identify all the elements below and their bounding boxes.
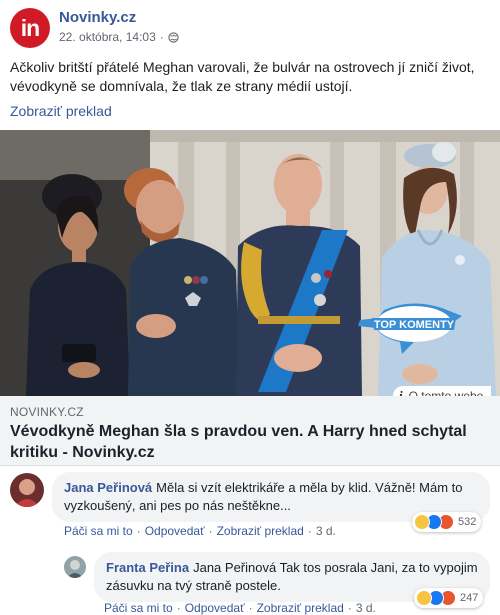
reply-avatar[interactable] — [64, 556, 86, 578]
comment-author[interactable]: Jana Peřinová — [64, 480, 152, 495]
like-link[interactable]: Páči sa mi to — [64, 524, 133, 538]
reply-time[interactable]: 3 d. — [356, 601, 376, 615]
page-name-link[interactable]: Novinky.cz — [59, 9, 136, 26]
post-text: Ačkoliv britští přátelé Meghan varovali,… — [10, 59, 475, 94]
reply-author[interactable]: Franta Peřina — [106, 560, 189, 575]
user-photo-icon — [64, 556, 86, 578]
sep-dot: · — [159, 30, 164, 44]
link-title[interactable]: Vévodkyně Meghan šla s pravdou ven. A Ha… — [10, 421, 490, 463]
translate-comment-link[interactable]: Zobraziť preklad — [217, 524, 304, 538]
top-comments-badge: TOP KOMENTY — [358, 296, 464, 356]
reaction-count: 532 — [458, 516, 477, 528]
post-photo[interactable] — [0, 130, 500, 396]
link-preview[interactable]: NOVINKY.CZ Vévodkyně Meghan šla s pravdo… — [0, 396, 500, 466]
haha-icon — [414, 514, 430, 530]
user-photo-icon — [10, 473, 44, 507]
haha-icon — [416, 590, 432, 606]
translate-comment-link[interactable]: Zobraziť preklad — [257, 601, 344, 615]
comment-actions: Páči sa mi to · Odpovedať · Zobraziť preklad… — [64, 524, 336, 538]
globe-icon — [168, 31, 179, 43]
reply-link[interactable]: Odpovedať — [185, 601, 245, 615]
reactions-summary[interactable]: 532 — [412, 512, 482, 532]
link-domain: NOVINKY.CZ — [10, 405, 84, 419]
royal-family-photo — [0, 130, 500, 396]
post-meta: 22. októbra, 14:03 · — [59, 30, 179, 44]
badge-label: TOP KOMENTY — [374, 319, 455, 331]
translate-link[interactable]: Zobraziť preklad — [10, 103, 112, 119]
reply-actions: Páči sa mi to · Odpovedať · Zobraziť preklad… — [104, 601, 376, 615]
page-avatar-logo: in — [20, 14, 40, 41]
speech-bubble-icon: TOP KOMENTY — [358, 303, 462, 354]
reply-reactions-summary[interactable]: 247 — [414, 588, 484, 608]
comment-time[interactable]: 3 d. — [316, 524, 336, 538]
reply-link[interactable]: Odpovedať — [145, 524, 205, 538]
post-header: in Novinky.cz 22. októbra, 14:03 · — [0, 0, 500, 50]
post-timestamp[interactable]: 22. októbra, 14:03 — [59, 30, 156, 44]
like-link[interactable]: Páči sa mi to — [104, 601, 173, 615]
comment-avatar[interactable] — [10, 473, 44, 507]
page-avatar[interactable]: in — [10, 8, 50, 48]
reaction-count: 247 — [460, 592, 479, 604]
